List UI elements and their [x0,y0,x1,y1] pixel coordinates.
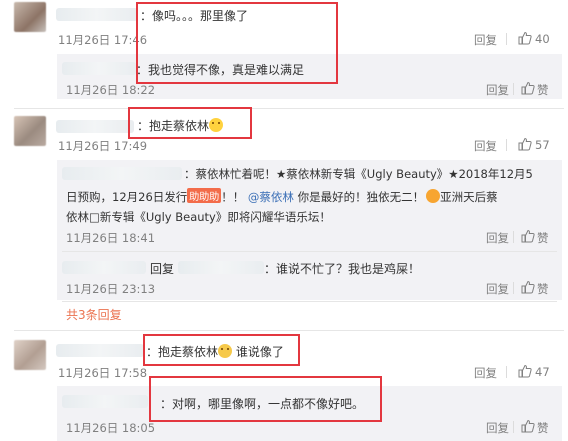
reply-text-line-2: 日预购，12月26日发行 助助助！！ @蔡依林 你是最好的！独依无二！ 亚洲天后蔡 [66,188,498,205]
thumbs-up-icon[interactable] [521,81,535,95]
like-button[interactable]: 赞 [537,82,549,98]
like-button[interactable]: 赞 [537,420,549,436]
reply-button[interactable]: 回复 [486,82,509,98]
reply-prefix: 回复 [150,262,175,276]
timestamp: 11月26日 18:41 [66,231,156,245]
thumbs-up-icon[interactable] [518,137,532,151]
separator [62,251,557,252]
reply-button[interactable]: 回复 [474,138,497,154]
highlight-box [136,2,338,84]
separator [62,301,557,302]
like-button[interactable]: 赞 [537,230,549,246]
reply-text-part: 亚洲天后蔡 [440,190,498,204]
mention-link[interactable]: @蔡依林 [248,190,294,204]
divider [513,83,514,95]
reply-button[interactable]: 回复 [486,420,509,436]
thumbs-up-icon[interactable] [521,280,535,294]
avatar[interactable] [14,340,46,370]
timestamp: 11月26日 18:05 [66,421,156,435]
username[interactable] [62,395,148,408]
highlight-box [143,334,300,366]
divider [513,282,514,294]
divider [506,33,507,45]
separator [14,108,564,109]
like-count: 57 [535,138,550,152]
thumbs-up-icon[interactable] [518,31,532,45]
reply-button[interactable]: 回复 [474,32,497,48]
like-count: 47 [535,365,550,379]
username[interactable] [56,8,138,21]
username[interactable] [62,261,146,274]
highlight-box [149,376,382,422]
timestamp: 11月26日 17:49 [58,139,148,153]
reply-text: ：谁说不忙了？我也是鸡屎！ [264,262,421,276]
reply-text-line-3: 依林□新专辑《Ugly Beauty》即将闪耀华语乐坛！ [66,210,331,224]
timestamp: 11月26日 17:58 [58,366,148,380]
reply-button[interactable]: 回复 [486,281,509,297]
avatar[interactable] [14,116,46,146]
separator [14,330,564,331]
reply-text-part: 你是最好的！独依无二！ [297,190,425,204]
timestamp: 11月26日 18:22 [66,83,156,97]
divider [506,366,507,378]
reply-text-part: 日预购，12月26日发行 [66,190,188,204]
avatar[interactable] [14,2,46,32]
reply-text-line-1: ：蔡依林忙着呢！★蔡依林新专辑《Ugly Beauty》★2018年12月5 [184,167,533,181]
thumbs-up-icon[interactable] [521,419,535,433]
reply-button[interactable]: 回复 [474,365,497,381]
like-button[interactable]: 赞 [537,281,549,297]
thumb-emoji-icon [426,189,441,203]
badge-emoji: 助助助 [187,188,222,203]
username[interactable] [56,344,144,357]
timestamp: 11月26日 23:13 [66,282,156,296]
thumbs-up-icon[interactable] [521,229,535,243]
username[interactable] [62,62,136,75]
divider [513,421,514,433]
like-count: 40 [535,32,550,46]
highlight-box [128,107,252,139]
timestamp: 11月26日 17:46 [58,33,148,47]
reply-text-part: ！！ [221,190,245,204]
more-replies-link[interactable]: 共3条回复 [66,306,122,323]
username[interactable] [178,261,264,274]
thumbs-up-icon[interactable] [518,364,532,378]
divider [506,139,507,151]
reply-button[interactable]: 回复 [486,230,509,246]
username[interactable] [56,120,134,133]
divider [513,231,514,243]
username[interactable] [62,167,182,180]
